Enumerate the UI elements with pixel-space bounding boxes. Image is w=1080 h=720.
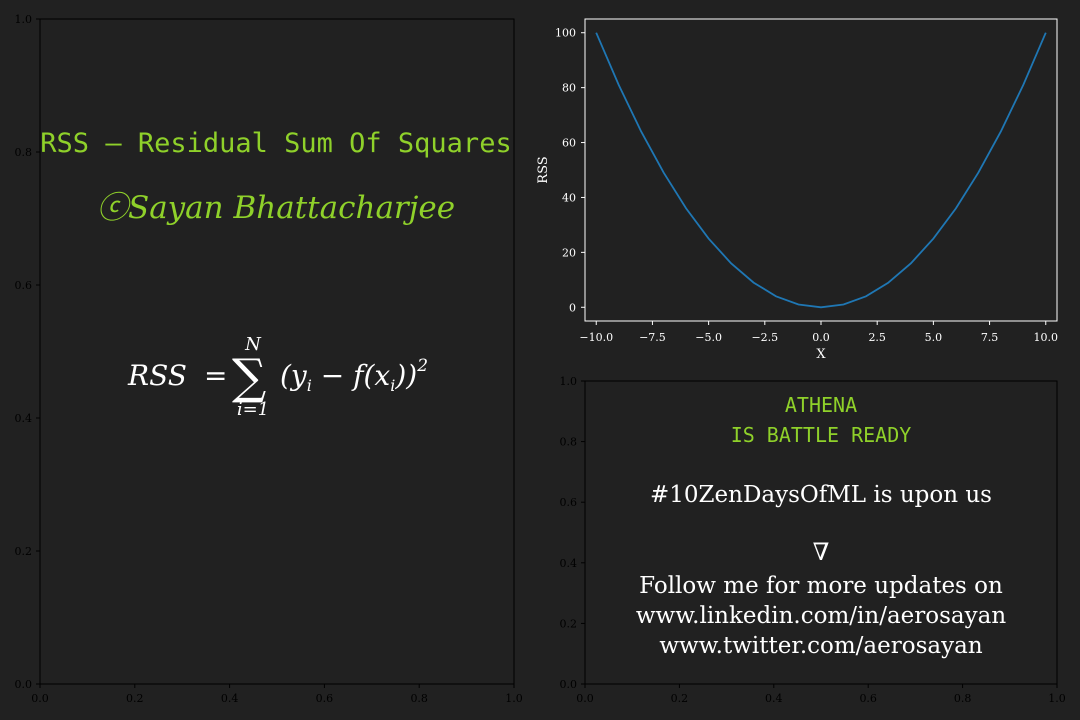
left-x-tick-label: 0.2 [126, 692, 144, 705]
formula-body: (yi − f(xi))2 [280, 356, 428, 395]
chart-y-ticks: 0 20 40 60 80 100 [555, 27, 585, 314]
chart-x-tick-label: 0.0 [812, 331, 830, 344]
left-panel: 0.0 0.2 0.4 0.6 0.8 1.0 0.0 0.2 0.4 0.6 0.8 1.0 RS… [15, 13, 523, 705]
formula-body-mid: − f(x [312, 359, 391, 392]
bottom-right-x-tick-label: 1.0 [1048, 692, 1066, 705]
left-title: RSS — Residual Sum Of Squares [40, 128, 511, 159]
formula-equals: = [204, 359, 227, 392]
chart-y-tick-label: 0 [569, 301, 576, 314]
chart-y-tick-label: 40 [562, 191, 576, 204]
chart-x-tick-label: −2.5 [751, 331, 778, 344]
chart-x-tick-label: 10.0 [1034, 331, 1059, 344]
chart-x-tick-label: 2.5 [868, 331, 886, 344]
chart-y-tick-label: 100 [555, 27, 576, 40]
figure: 0.0 0.2 0.4 0.6 0.8 1.0 0.0 0.2 0.4 0.6 0.8 1.0 RS… [15, 13, 1066, 705]
chart-x-tick-label: 5.0 [925, 331, 943, 344]
formula-body-end: )) [394, 359, 417, 392]
bottom-right-y-tick-label: 0.4 [560, 557, 578, 570]
bottom-right-x-ticks: 0.0 0.2 0.4 0.6 0.8 1.0 [576, 684, 1066, 705]
formula-lower-limit: i=1 [237, 399, 269, 420]
bottom-right-y-tick-label: 0.0 [560, 678, 578, 691]
battle-ready-line: IS BATTLE READY [731, 423, 912, 447]
bottom-right-x-tick-label: 0.2 [671, 692, 689, 705]
athena-line: ATHENA [785, 393, 857, 417]
bottom-right-y-tick-label: 1.0 [560, 375, 578, 388]
chart-frame [584, 18, 1058, 322]
left-y-ticks: 0.0 0.2 0.4 0.6 0.8 1.0 [15, 13, 40, 691]
formula-power: 2 [416, 356, 428, 376]
nabla-symbol: ∇ [813, 538, 830, 566]
chart-x-tick-label: 7.5 [981, 331, 999, 344]
bottom-right-x-tick-label: 0.6 [859, 692, 877, 705]
left-y-tick-label: 0.4 [15, 412, 33, 425]
chart-y-tick-label: 80 [562, 82, 576, 95]
left-y-tick-label: 0.8 [15, 146, 33, 159]
left-y-tick-label: 0.0 [15, 678, 33, 691]
left-x-tick-label: 0.0 [31, 692, 49, 705]
y-axis-label: RSS [536, 156, 551, 183]
left-x-tick-label: 0.6 [316, 692, 334, 705]
left-y-tick-label: 0.6 [15, 279, 33, 292]
bottom-right-panel: 0.0 0.2 0.4 0.6 0.8 1.0 0.0 0.2 0.4 0.6 0.8 1.0 AT… [560, 375, 1066, 705]
bottom-right-y-tick-label: 0.8 [560, 436, 578, 449]
left-x-tick-label: 0.4 [221, 692, 239, 705]
chart-x-ticks: −10.0 −7.5 −5.0 −2.5 0.0 2.5 5.0 7.5 10.0 [579, 321, 1058, 344]
left-x-tick-label: 1.0 [505, 692, 523, 705]
bottom-right-y-tick-label: 0.2 [560, 617, 578, 630]
chart-y-tick-label: 20 [562, 246, 576, 259]
formula-lhs: RSS [127, 359, 187, 392]
chart-x-tick-label: −10.0 [579, 331, 613, 344]
bottom-right-x-tick-label: 0.8 [954, 692, 972, 705]
rss-chart: −10.0 −7.5 −5.0 −2.5 0.0 2.5 5.0 7.5 10.0 0 20 40 6… [536, 18, 1058, 362]
bottom-right-x-tick-label: 0.4 [765, 692, 783, 705]
left-x-tick-label: 0.8 [410, 692, 428, 705]
left-x-ticks: 0.0 0.2 0.4 0.6 0.8 1.0 [31, 684, 523, 705]
chart-y-tick-label: 60 [562, 137, 576, 150]
twitter-link: www.twitter.com/aerosayan [659, 633, 982, 659]
chart-x-tick-label: −7.5 [639, 331, 666, 344]
formula-upper-limit: N [244, 334, 262, 355]
formula-body-start: (y [280, 359, 308, 392]
formula-sigma: ∑ [232, 349, 266, 405]
chart-x-tick-label: −5.0 [695, 331, 722, 344]
bottom-right-y-ticks: 0.0 0.2 0.4 0.6 0.8 1.0 [560, 375, 585, 691]
follow-line: Follow me for more updates on [639, 573, 1003, 599]
bottom-right-x-tick-label: 0.0 [576, 692, 594, 705]
left-panel-frame [39, 18, 515, 685]
left-y-tick-label: 0.2 [15, 545, 33, 558]
x-axis-label: X [816, 347, 826, 362]
left-y-tick-label: 1.0 [15, 13, 33, 26]
author-credit: ⓒSayan Bhattacharjee [97, 190, 455, 226]
bottom-right-y-tick-label: 0.6 [560, 496, 578, 509]
linkedin-link: www.linkedin.com/in/aerosayan [636, 603, 1007, 629]
hashtag-line: #10ZenDaysOfML is upon us [650, 482, 992, 508]
